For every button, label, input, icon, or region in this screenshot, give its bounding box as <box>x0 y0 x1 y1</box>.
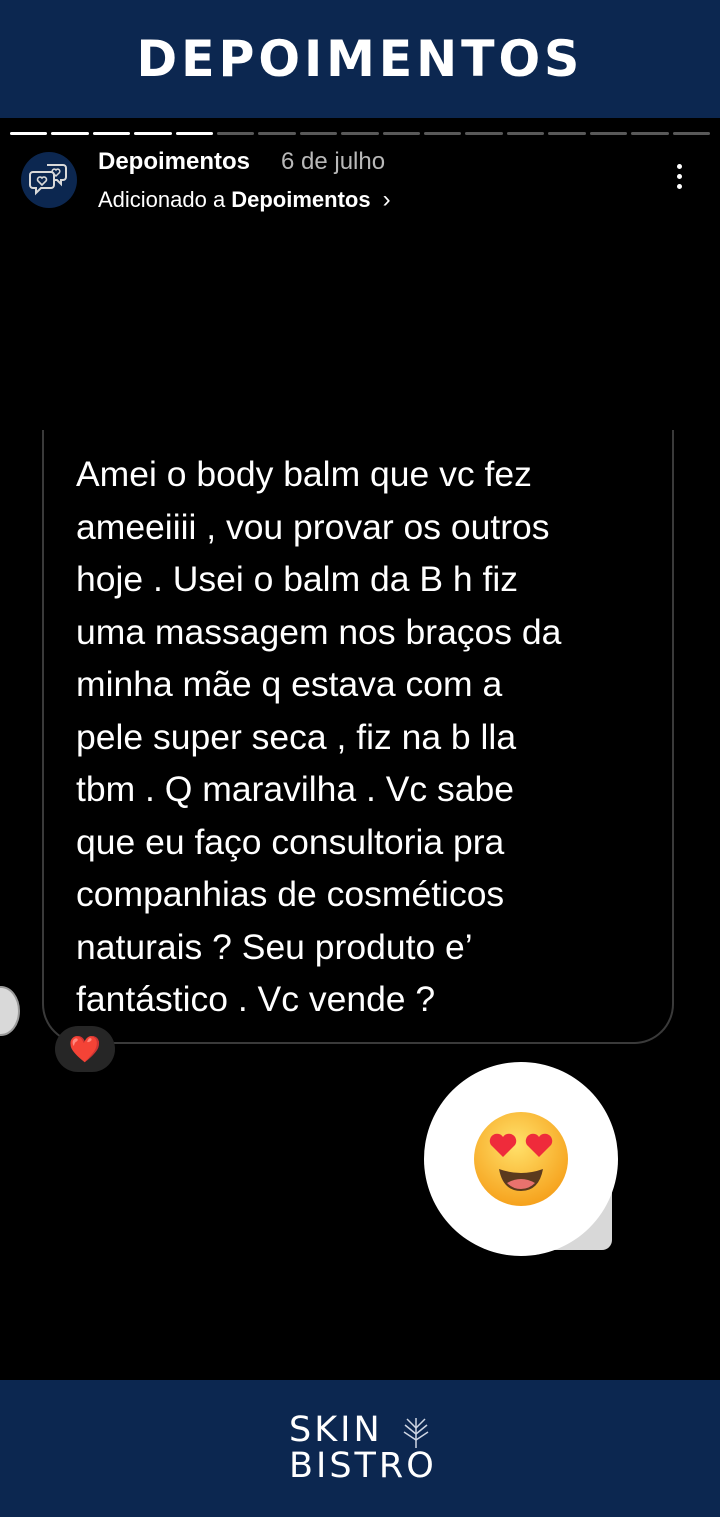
story-viewer[interactable]: Depoimentos 6 de julho Adicionado a Depo… <box>0 118 720 1380</box>
message-line: Amei o body balm que vc fez <box>76 454 532 494</box>
message-line: minha mãe q estava com a <box>76 664 503 704</box>
heart-reaction: ❤️ <box>55 1026 115 1072</box>
chevron-right-icon: › <box>382 186 391 213</box>
progress-segment <box>548 132 586 135</box>
message-line: uma massagem nos braços da <box>76 611 562 652</box>
progress-segment <box>217 132 255 135</box>
progress-segment <box>134 132 172 135</box>
progress-segment <box>424 132 462 135</box>
progress-segment <box>382 132 421 135</box>
added-prefix: Adicionado a <box>98 187 226 212</box>
message-line: hoje . Usei o balm da B h fiz <box>76 559 518 599</box>
message-line: tbm . Q maravilha . Vc sabe <box>76 769 514 809</box>
leaf-icon <box>403 1418 429 1448</box>
progress-segment <box>631 132 669 135</box>
story-progress-bar <box>10 132 710 136</box>
progress-segment <box>506 132 545 135</box>
message-line: fantástico . Vc vende ? <box>76 979 436 1019</box>
progress-segment <box>672 132 710 135</box>
message-line: que eu faço consultoria pra <box>76 821 505 862</box>
progress-segment <box>92 132 131 135</box>
highlight-name: Depoimentos <box>231 187 371 212</box>
progress-segment <box>51 132 89 135</box>
progress-segment <box>10 132 48 135</box>
progress-segment <box>465 132 503 135</box>
progress-segment <box>175 132 214 135</box>
more-options-icon[interactable] <box>666 164 692 194</box>
progress-segment <box>258 132 296 135</box>
banner-title: DEPOIMENTOS <box>136 30 584 88</box>
progress-segment <box>589 132 628 135</box>
sender-avatar <box>0 986 20 1036</box>
heart-icon: ❤️ <box>68 1033 102 1064</box>
chat-hearts-icon <box>29 164 67 196</box>
account-name[interactable]: Depoimentos <box>98 148 250 176</box>
message-line: pele super seca , fiz na b lla <box>76 716 517 757</box>
heart-eyes-emoji-icon <box>474 1112 568 1206</box>
brand-line-2: BISTRO <box>289 1446 437 1486</box>
message-line: naturais ? Seu produto e’ <box>76 926 473 967</box>
highlight-link[interactable]: Adicionado a Depoimentos › <box>98 186 391 214</box>
message-line: ameeiiii , vou provar os outros <box>76 506 550 547</box>
progress-segment <box>299 132 338 135</box>
progress-segment <box>341 132 379 135</box>
story-date: 6 de julho <box>281 148 386 175</box>
top-banner: DEPOIMENTOS <box>0 0 720 118</box>
message-line: companhias de cosméticos <box>76 874 505 914</box>
message-text: Amei o body balm que vc fez ameeiiii , vo… <box>76 448 656 1026</box>
brand-line-1: SKIN <box>289 1410 383 1450</box>
account-avatar[interactable] <box>21 152 77 208</box>
emoji-sticker <box>424 1062 618 1256</box>
